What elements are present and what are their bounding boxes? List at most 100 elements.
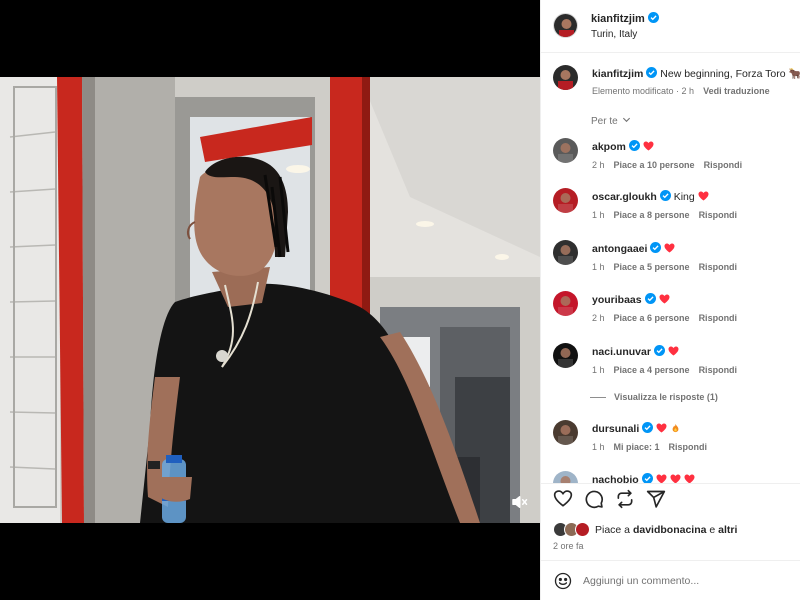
- comment-text-row: youribaas: [592, 293, 670, 307]
- commenter-username[interactable]: oscar.gloukh: [592, 191, 657, 203]
- verified-icon: [659, 190, 671, 201]
- reply-button[interactable]: Rispondi: [704, 160, 743, 170]
- comment-time[interactable]: 2 h: [592, 160, 605, 170]
- see-translation-link[interactable]: Vedi traduzione: [703, 86, 770, 96]
- caption-avatar[interactable]: [553, 65, 578, 90]
- likes-conj: e: [709, 524, 716, 536]
- commenter-avatar[interactable]: [553, 291, 578, 316]
- likes-others-link[interactable]: altri: [718, 524, 737, 536]
- comment-row: nachobio: [541, 471, 800, 483]
- heart-emoji-icon: [656, 423, 667, 433]
- sort-label[interactable]: Per te: [591, 116, 618, 127]
- author-avatar[interactable]: [553, 13, 578, 38]
- add-comment-bar: [541, 560, 800, 600]
- commenter-username[interactable]: youribaas: [592, 294, 642, 306]
- share-icon[interactable]: [615, 489, 635, 509]
- post-side-panel: kianfitzjim Turin, Italy kianfitzjim New…: [540, 0, 800, 600]
- comment-likes[interactable]: Piace a 10 persone: [614, 160, 695, 170]
- author-username[interactable]: kianfitzjim: [591, 13, 645, 25]
- post-time-ago[interactable]: 2 ore fa: [553, 541, 584, 551]
- heart-emoji-icon: [698, 191, 709, 201]
- comment-time[interactable]: 1 h: [592, 365, 605, 375]
- fire-emoji-icon: [672, 423, 679, 433]
- post-photo[interactable]: [0, 77, 540, 523]
- comment-text-row: naci.unuvar: [592, 345, 679, 359]
- commenter-avatar[interactable]: [553, 420, 578, 445]
- reply-button[interactable]: Rispondi: [699, 313, 738, 323]
- reply-button[interactable]: Rispondi: [699, 262, 738, 272]
- comment-likes[interactable]: Mi piace: 1: [614, 442, 660, 452]
- author-username-row[interactable]: kianfitzjim: [591, 12, 659, 25]
- heart-emoji-icon: [656, 474, 667, 483]
- comment-likes[interactable]: Piace a 5 persone: [614, 262, 690, 272]
- post-location[interactable]: Turin, Italy: [591, 29, 637, 40]
- commenter-username[interactable]: dursunali: [592, 423, 639, 435]
- comment-row: antongaaei 1 h Piace a 5 persone Rispondi: [541, 240, 800, 290]
- verified-icon: [628, 140, 640, 151]
- view-replies-button[interactable]: Visualizza le risposte (1): [614, 392, 718, 402]
- comment-row: akpom 2 h Piace a 10 persone Rispondi: [541, 138, 800, 188]
- likes-text: Piace a davidbonacina e altri: [595, 524, 737, 536]
- like-icon[interactable]: [553, 489, 573, 509]
- comment-text: King: [673, 191, 695, 203]
- likers-avatars[interactable]: [553, 522, 597, 538]
- commenter-username[interactable]: nachobio: [592, 474, 639, 483]
- post-actions: Piace a davidbonacina e altri 2 ore fa: [541, 483, 800, 560]
- reply-button[interactable]: Rispondi: [699, 365, 738, 375]
- heart-emoji-icon: [684, 474, 695, 483]
- comment-icon[interactable]: [584, 489, 604, 509]
- caption-meta: Elemento modificato · 2 h Vedi traduzione: [592, 86, 779, 96]
- caption-username[interactable]: kianfitzjim: [592, 68, 643, 80]
- comment-text-row: antongaaei: [592, 242, 675, 256]
- comment-text-row: dursunali: [592, 422, 681, 436]
- comment-likes[interactable]: Piace a 8 persone: [614, 210, 690, 220]
- commenter-username[interactable]: akpom: [592, 141, 626, 153]
- comments-list[interactable]: kianfitzjim New beginning, Forza Toro 🐂 …: [541, 53, 800, 483]
- liker-avatar: [575, 522, 590, 537]
- comment-text-row: akpom: [592, 140, 654, 154]
- heart-emoji-icon: [664, 243, 675, 253]
- post-dialog: kianfitzjim Turin, Italy kianfitzjim New…: [0, 0, 800, 600]
- verified-icon: [642, 422, 654, 433]
- commenter-username[interactable]: antongaaei: [592, 243, 647, 255]
- comment-time[interactable]: 1 h: [592, 442, 605, 452]
- comment-likes[interactable]: Piace a 6 persone: [614, 313, 690, 323]
- verified-icon: [650, 242, 662, 253]
- commenter-username[interactable]: naci.unuvar: [592, 346, 651, 358]
- comment-row: youribaas 2 h Piace a 6 persone Rispondi: [541, 291, 800, 341]
- commenter-avatar[interactable]: [553, 471, 578, 483]
- comment-time[interactable]: 2 h: [592, 313, 605, 323]
- media-pane: [0, 0, 540, 600]
- heart-emoji-icon: [668, 346, 679, 356]
- comment-text-row: nachobio: [592, 473, 695, 483]
- post-header: kianfitzjim Turin, Italy: [541, 0, 800, 53]
- sort-dropdown[interactable]: Per te: [591, 115, 631, 127]
- heart-emoji-icon: [670, 474, 681, 483]
- commenter-avatar[interactable]: [553, 188, 578, 213]
- comment-input[interactable]: [583, 570, 783, 592]
- comment-time[interactable]: 1 h: [592, 262, 605, 272]
- verified-icon: [644, 293, 656, 304]
- commenter-avatar[interactable]: [553, 343, 578, 368]
- mute-icon[interactable]: [510, 493, 528, 511]
- likes-user-link[interactable]: davidbonacina: [633, 524, 707, 536]
- verified-icon: [641, 473, 653, 483]
- comment-meta: 1 h Piace a 5 persone Rispondi: [592, 262, 746, 272]
- reply-button[interactable]: Rispondi: [669, 442, 708, 452]
- comment-row: dursunali 1 h Mi piace: 1 Rispondi: [541, 420, 800, 470]
- commenter-avatar[interactable]: [553, 240, 578, 265]
- send-icon[interactable]: [646, 489, 666, 509]
- likes-prefix: Piace a: [595, 524, 631, 536]
- caption-edited-time: Elemento modificato · 2 h: [592, 86, 695, 96]
- verified-icon: [647, 12, 659, 23]
- comment-time[interactable]: 1 h: [592, 210, 605, 220]
- comment-meta: 1 h Piace a 8 persone Rispondi: [592, 210, 746, 220]
- comment-meta: 2 h Piace a 10 persone Rispondi: [592, 160, 751, 170]
- caption-text: New beginning, Forza Toro: [660, 68, 786, 80]
- commenter-avatar[interactable]: [553, 138, 578, 163]
- emoji-icon[interactable]: [554, 572, 572, 590]
- comment-likes[interactable]: Piace a 4 persone: [614, 365, 690, 375]
- comment-meta: 1 h Piace a 4 persone Rispondi: [592, 365, 746, 375]
- comment-text-row: oscar.gloukh King: [592, 190, 709, 204]
- reply-button[interactable]: Rispondi: [699, 210, 738, 220]
